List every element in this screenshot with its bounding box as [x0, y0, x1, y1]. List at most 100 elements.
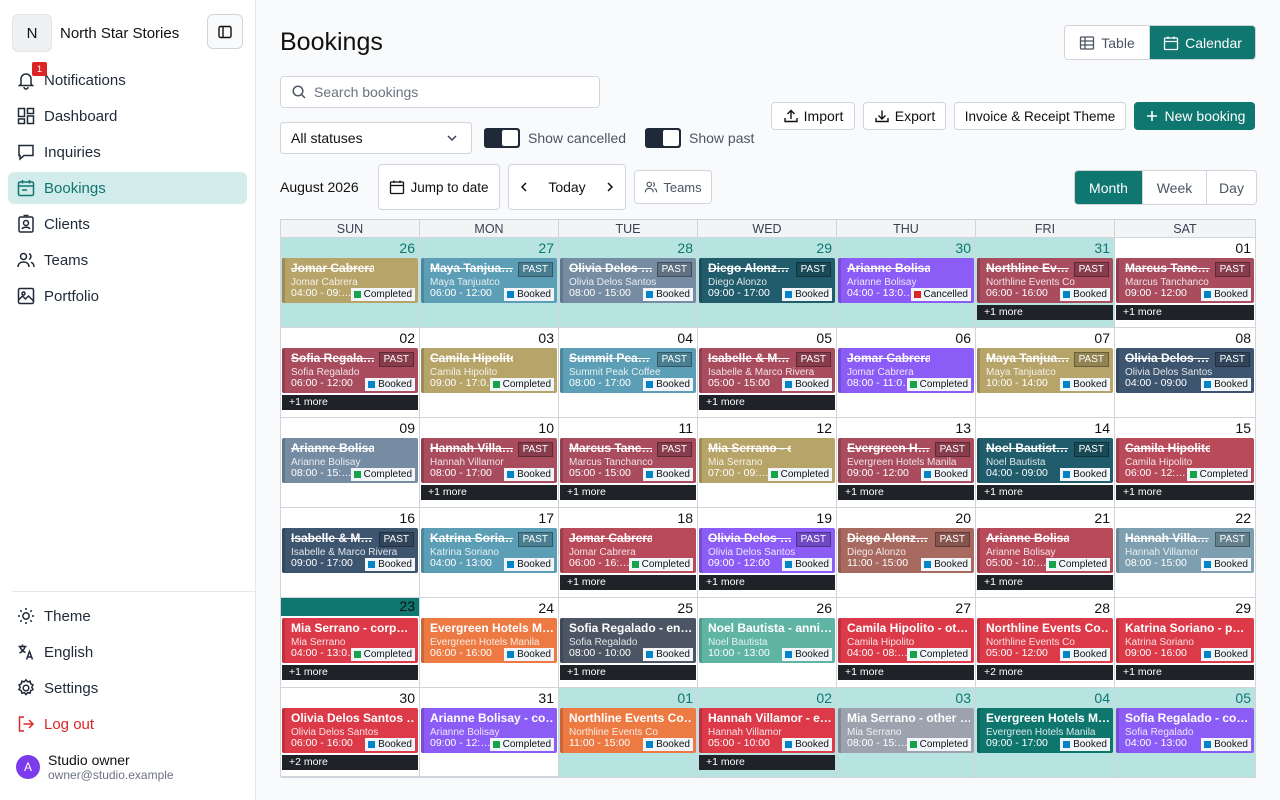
more-events-link[interactable]: +1 more	[560, 575, 696, 590]
day-cell[interactable]: 17 Katrina Soria… Katrina Soriano 04:00 - 1…	[420, 508, 559, 598]
day-cell[interactable]: 29 Diego Alonz… Diego Alonzo 09:00 - 17:00 P…	[698, 238, 837, 328]
day-cell[interactable]: 18 Jomar Cabrera - ot…Jomar Cabrera06:00 …	[559, 508, 698, 598]
booking-event[interactable]: Arianne Bolisay - co…Arianne Bolisay04:0…	[838, 258, 974, 303]
user-profile[interactable]: A Studio owner owner@studio.example	[16, 752, 174, 782]
booking-event[interactable]: Mia Serrano - enga…Mia Serrano07:00 - 09…	[699, 438, 835, 483]
day-cell[interactable]: 19 Olivia Delos … Olivia Delos Santos 09:00…	[698, 508, 837, 598]
workspace-switcher[interactable]: N North Star Stories	[12, 14, 179, 52]
status-filter-select[interactable]: All statuses	[280, 122, 472, 154]
import-button[interactable]: Import	[771, 102, 855, 130]
booking-event[interactable]: Diego Alonz… Diego Alonzo 11:00 - 15:00 PAS…	[838, 528, 974, 573]
sidebar-item-bookings[interactable]: Bookings	[8, 172, 247, 204]
day-cell[interactable]: 24 Evergreen Hotels M… Evergreen Hotels Ma…	[420, 598, 559, 688]
table-view-button[interactable]: Table	[1065, 26, 1149, 59]
booking-event[interactable]: Olivia Delos … Olivia Delos Santos 09:00 -…	[699, 528, 835, 573]
more-events-link[interactable]: +1 more	[282, 665, 418, 680]
booking-event[interactable]: Katrina Soriano - p… Katrina Soriano 09:00…	[1116, 618, 1254, 663]
chevron-left-icon[interactable]	[517, 179, 531, 195]
booking-event[interactable]: Evergreen Hotels M… Evergreen Hotels Mani…	[977, 708, 1113, 753]
more-events-link[interactable]: +1 more	[560, 485, 696, 500]
more-events-link[interactable]: +1 more	[977, 575, 1113, 590]
booking-event[interactable]: Evergreen Hotels M… Evergreen Hotels Mani…	[421, 618, 557, 663]
booking-event[interactable]: Maya Tanjua… Maya Tanjuatco 06:00 - 12:00 P…	[421, 258, 557, 303]
day-cell[interactable]: 22 Hannah Villa… Hannah Villamor 08:00 - 15…	[1115, 508, 1256, 598]
sidebar-item-inquiries[interactable]: Inquiries	[8, 136, 247, 168]
day-cell[interactable]: 21 Arianne Bolisay - en…Arianne Bolisay05…	[976, 508, 1115, 598]
day-cell[interactable]: 14 Noel Bautist… Noel Bautista 04:00 - 09:0…	[976, 418, 1115, 508]
booking-event[interactable]: Marcus Tanc… Marcus Tanchanco 09:00 - 12:0…	[1116, 258, 1254, 303]
theme-button[interactable]: Theme	[8, 600, 247, 632]
booking-event[interactable]: Olivia Delos … Olivia Delos Santos 04:00 -…	[1116, 348, 1254, 393]
day-cell[interactable]: 28 Olivia Delos … Olivia Delos Santos 08:00…	[559, 238, 698, 328]
chevron-right-icon[interactable]	[603, 179, 617, 195]
more-events-link[interactable]: +1 more	[838, 665, 974, 680]
day-cell[interactable]: 15 Camila Hipolito - c…Camila Hipolito06:…	[1115, 418, 1256, 508]
more-events-link[interactable]: +2 more	[977, 665, 1113, 680]
day-cell[interactable]: 02 Hannah Villamor - e… Hannah Villamor 05:…	[698, 688, 837, 778]
booking-event[interactable]: Northline Events Co… Northline Events Co 0…	[977, 618, 1113, 663]
day-cell[interactable]: 23 Mia Serrano - corp… Mia Serrano 04:00 - …	[281, 598, 420, 688]
day-cell[interactable]: 01 Northline Events Co… Northline Events C…	[559, 688, 698, 778]
booking-event[interactable]: Sofia Regalado - co… Sofia Regalado 04:00 …	[1116, 708, 1254, 753]
day-cell[interactable]: 20 Diego Alonz… Diego Alonzo 11:00 - 15:00 P…	[837, 508, 976, 598]
booking-event[interactable]: Northline Ev… Northline Events Co 06:00 - …	[977, 258, 1113, 303]
day-cell[interactable]: 16 Isabelle & M… Isabelle & Marco Rivera 09…	[281, 508, 420, 598]
booking-event[interactable]: Northline Events Co… Northline Events Co 1…	[560, 708, 696, 753]
booking-event[interactable]: Sofia Regalado - en… Sofia Regalado 08:00 …	[560, 618, 696, 663]
more-events-link[interactable]: +1 more	[699, 755, 835, 770]
more-events-link[interactable]: +1 more	[977, 485, 1113, 500]
day-cell[interactable]: 03 Mia Serrano - other … Mia Serrano 08:00 …	[837, 688, 976, 778]
search-input[interactable]: Search bookings	[280, 76, 600, 108]
more-events-link[interactable]: +1 more	[977, 305, 1113, 320]
teams-filter-button[interactable]: Teams	[634, 170, 712, 204]
day-cell[interactable]: 04 Summit Pea… Summit Peak Coffee 08:00 - 1…	[559, 328, 698, 418]
show-cancelled-toggle[interactable]	[484, 128, 520, 148]
day-cell[interactable]: 27 Camila Hipolito - ot… Camila Hipolito 04…	[837, 598, 976, 688]
booking-event[interactable]: Arianne Bolisay - ot…Arianne Bolisay08:0…	[282, 438, 418, 483]
day-cell[interactable]: 26 Jomar Cabrera - en…Jomar Cabrera04:00 …	[281, 238, 420, 328]
new-booking-button[interactable]: New booking	[1134, 102, 1255, 130]
booking-event[interactable]: Camila Hipolito - ot… Camila Hipolito 04:0…	[838, 618, 974, 663]
booking-event[interactable]: Noel Bautista - anni… Noel Bautista 10:00 …	[699, 618, 835, 663]
sidebar-item-clients[interactable]: Clients	[8, 208, 247, 240]
day-cell[interactable]: 02 Sofia Regala… Sofia Regalado 06:00 - 12:…	[281, 328, 420, 418]
today-button[interactable]: Today	[548, 179, 585, 195]
booking-event[interactable]: Jomar Cabrera - ot…Jomar Cabrera06:00 - …	[560, 528, 696, 573]
day-cell[interactable]: 30 Olivia Delos Santos … Olivia Delos Sant…	[281, 688, 420, 778]
day-cell[interactable]: 27 Maya Tanjua… Maya Tanjuatco 06:00 - 12:0…	[420, 238, 559, 328]
booking-event[interactable]: Jomar Cabrera - en…Jomar Cabrera04:00 - …	[282, 258, 418, 303]
calendar-view-button[interactable]: Calendar	[1149, 26, 1255, 59]
booking-event[interactable]: Mia Serrano - other … Mia Serrano 08:00 - …	[838, 708, 974, 753]
show-past-toggle[interactable]	[645, 128, 681, 148]
day-cell[interactable]: 28 Northline Events Co… Northline Events C…	[976, 598, 1115, 688]
booking-event[interactable]: Olivia Delos … Olivia Delos Santos 08:00 -…	[560, 258, 696, 303]
booking-event[interactable]: Hannah Villa… Hannah Villamor 08:00 - 17:0…	[421, 438, 557, 483]
booking-event[interactable]: Camila Hipolito - en…Camila Hipolito09:0…	[421, 348, 557, 393]
more-events-link[interactable]: +1 more	[699, 395, 835, 410]
booking-event[interactable]: Diego Alonz… Diego Alonzo 09:00 - 17:00 PAS…	[699, 258, 835, 303]
booking-event[interactable]: Sofia Regala… Sofia Regalado 06:00 - 12:00…	[282, 348, 418, 393]
booking-event[interactable]: Arianne Bolisay - en…Arianne Bolisay05:0…	[977, 528, 1113, 573]
day-cell[interactable]: 11 Marcus Tanc… Marcus Tanchanco 05:00 - 15…	[559, 418, 698, 508]
day-cell[interactable]: 09 Arianne Bolisay - ot…Arianne Bolisay08…	[281, 418, 420, 508]
more-events-link[interactable]: +1 more	[838, 485, 974, 500]
day-view-button[interactable]: Day	[1206, 171, 1256, 204]
booking-event[interactable]: Isabelle & M… Isabelle & Marco Rivera 09:0…	[282, 528, 418, 573]
sidebar-item-teams[interactable]: Teams	[8, 244, 247, 276]
day-cell[interactable]: 08 Olivia Delos … Olivia Delos Santos 04:00…	[1115, 328, 1256, 418]
jump-to-date-button[interactable]: Jump to date	[378, 164, 500, 210]
more-events-link[interactable]: +1 more	[1116, 665, 1254, 680]
day-cell[interactable]: 12 Mia Serrano - enga…Mia Serrano07:00 - …	[698, 418, 837, 508]
day-cell[interactable]: 04 Evergreen Hotels M… Evergreen Hotels Ma…	[976, 688, 1115, 778]
day-cell[interactable]: 05 Isabelle & M… Isabelle & Marco Rivera 05…	[698, 328, 837, 418]
more-events-link[interactable]: +1 more	[421, 485, 557, 500]
day-cell[interactable]: 29 Katrina Soriano - p… Katrina Soriano 09:…	[1115, 598, 1256, 688]
more-events-link[interactable]: +1 more	[1116, 305, 1254, 320]
day-cell[interactable]: 13 Evergreen H… Evergreen Hotels Manila 09:…	[837, 418, 976, 508]
booking-event[interactable]: Maya Tanjua… Maya Tanjuatco 10:00 - 14:00 P…	[977, 348, 1113, 393]
more-events-link[interactable]: +1 more	[699, 575, 835, 590]
booking-event[interactable]: Olivia Delos Santos … Olivia Delos Santos…	[282, 708, 418, 753]
day-cell[interactable]: 25 Sofia Regalado - en… Sofia Regalado 08:0…	[559, 598, 698, 688]
logout-button[interactable]: Log out	[8, 708, 247, 740]
more-events-link[interactable]: +1 more	[282, 395, 418, 410]
